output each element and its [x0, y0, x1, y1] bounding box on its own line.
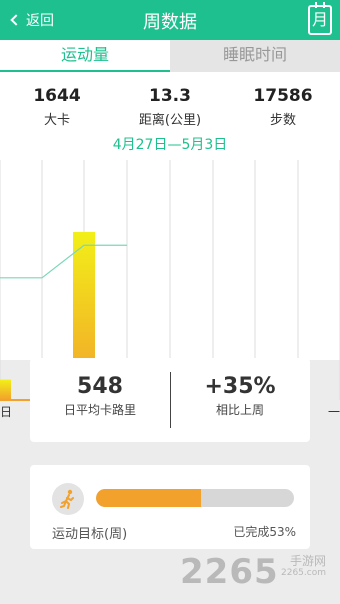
- x-tick-label: 一: [328, 405, 340, 419]
- top-bar: 返回 周数据 月: [0, 0, 340, 40]
- runner-icon: [52, 483, 84, 515]
- watermark: 2265 手游网 2265.com: [180, 552, 330, 596]
- steps-label: 步数: [269, 113, 296, 128]
- watermark-text: 手游网: [289, 554, 326, 568]
- week-compare-label: 相比上周: [215, 403, 264, 417]
- trend-line: [0, 244, 127, 279]
- summary-card: 548 日平均卡路里 +35% 相比上周: [30, 358, 310, 442]
- goal-progress-bar: [96, 489, 294, 507]
- distance-label: 距离(公里): [138, 113, 202, 128]
- bar-0[interactable]: [0, 379, 11, 400]
- goal-card[interactable]: 运动目标(周) 已完成53%: [30, 465, 310, 549]
- daily-avg-block: 548 日平均卡路里: [30, 374, 170, 418]
- daily-avg-label: 日平均卡路里: [63, 403, 136, 417]
- date-range: 4月27日—5月3日: [112, 137, 228, 153]
- week-compare-value: +35%: [204, 374, 276, 399]
- watermark-url: 2265.com: [281, 568, 326, 578]
- distance-value: 13.3: [149, 86, 191, 106]
- stats-panel: 1644 大卡 13.3 距离(公里) 17586 步数 4月27日—5月3日 …: [0, 72, 340, 419]
- tab-bar: 运动量 睡眠时间: [0, 40, 340, 72]
- steps-stat: 17586 步数: [228, 86, 338, 128]
- calories-value: 1644: [33, 86, 81, 106]
- goal-label: 运动目标(周): [52, 527, 128, 542]
- daily-avg-value: 548: [77, 374, 123, 399]
- goal-completion: 已完成53%: [233, 523, 296, 540]
- tab-sleep[interactable]: 睡眠时间: [170, 40, 340, 72]
- distance-stat: 13.3 距离(公里): [115, 86, 225, 128]
- tab-activity[interactable]: 运动量: [0, 40, 170, 72]
- page-title: 周数据: [143, 12, 197, 33]
- completed-text: 已完成: [233, 525, 270, 539]
- completed-percent: 53%: [269, 525, 296, 539]
- x-tick-label: 日: [0, 405, 12, 419]
- steps-value: 17586: [253, 86, 313, 106]
- calories-label: 大卡: [43, 113, 70, 128]
- goal-progress-fill: [96, 489, 201, 507]
- week-compare-block: +35% 相比上周: [170, 374, 310, 418]
- calories-stat: 1644 大卡: [2, 86, 112, 128]
- month-calendar-button[interactable]: 月: [308, 2, 332, 35]
